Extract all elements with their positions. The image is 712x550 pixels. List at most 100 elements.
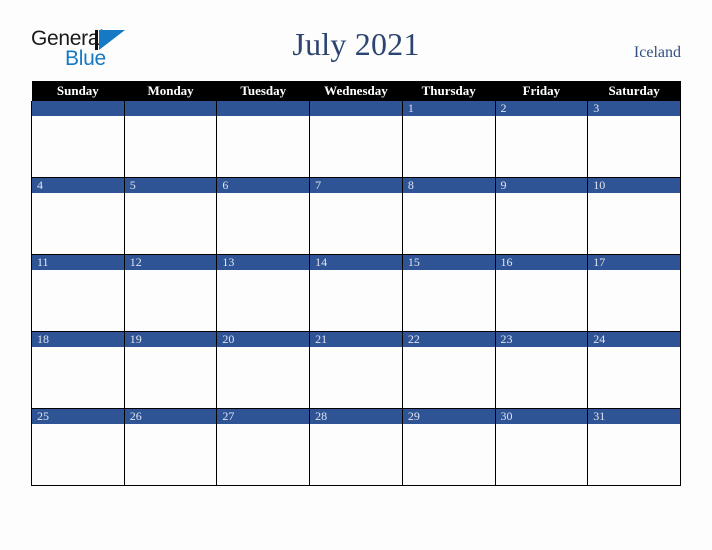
day-notes-area[interactable]	[32, 424, 124, 485]
day-notes-area[interactable]	[124, 424, 217, 485]
day-cell[interactable]: 8	[401, 177, 496, 255]
day-cell[interactable]	[123, 101, 218, 178]
day-cell[interactable]: 3	[587, 101, 681, 178]
day-notes-area[interactable]	[217, 424, 310, 485]
day-notes-area[interactable]	[217, 270, 310, 331]
day-cell[interactable]: 30	[494, 408, 589, 486]
day-notes-area[interactable]	[32, 270, 124, 331]
day-number	[217, 101, 310, 116]
day-cell[interactable]: 25	[31, 408, 125, 486]
day-notes-area[interactable]	[217, 347, 310, 408]
day-cell[interactable]: 12	[123, 254, 218, 332]
calendar-week-row: 1 2 3	[31, 101, 681, 178]
day-number: 30	[495, 409, 588, 424]
day-number	[310, 101, 402, 116]
day-notes-area[interactable]	[310, 193, 402, 254]
day-number: 20	[217, 332, 310, 347]
day-number: 8	[402, 178, 495, 193]
day-number: 6	[217, 178, 310, 193]
day-cell[interactable]: 23	[494, 331, 589, 409]
weekday-header-saturday: Saturday	[587, 81, 681, 101]
day-number: 1	[402, 101, 495, 116]
day-number: 23	[495, 332, 588, 347]
day-cell[interactable]	[216, 101, 311, 178]
day-notes-area[interactable]	[495, 116, 588, 177]
day-number	[124, 101, 217, 116]
day-cell[interactable]: 28	[309, 408, 403, 486]
weekday-header-wednesday: Wednesday	[309, 81, 403, 101]
day-notes-area[interactable]	[124, 193, 217, 254]
day-cell[interactable]: 29	[401, 408, 496, 486]
day-cell[interactable]: 4	[31, 177, 125, 255]
day-notes-area[interactable]	[217, 116, 310, 177]
day-cell[interactable]: 14	[309, 254, 403, 332]
day-cell[interactable]: 24	[587, 331, 681, 409]
day-number: 24	[588, 332, 680, 347]
day-notes-area[interactable]	[588, 424, 680, 485]
day-cell[interactable]: 15	[401, 254, 496, 332]
day-notes-area[interactable]	[402, 116, 495, 177]
day-notes-area[interactable]	[310, 424, 402, 485]
day-notes-area[interactable]	[124, 270, 217, 331]
day-cell[interactable]: 31	[587, 408, 681, 486]
day-notes-area[interactable]	[495, 193, 588, 254]
day-number: 22	[402, 332, 495, 347]
day-cell[interactable]: 26	[123, 408, 218, 486]
day-number: 14	[310, 255, 402, 270]
day-notes-area[interactable]	[32, 116, 124, 177]
day-number: 29	[402, 409, 495, 424]
day-notes-area[interactable]	[32, 193, 124, 254]
day-cell[interactable]: 18	[31, 331, 125, 409]
day-notes-area[interactable]	[402, 424, 495, 485]
day-number: 19	[124, 332, 217, 347]
day-number: 5	[124, 178, 217, 193]
day-cell[interactable]: 2	[494, 101, 589, 178]
day-cell[interactable]: 1	[401, 101, 496, 178]
day-number: 3	[588, 101, 680, 116]
day-notes-area[interactable]	[588, 347, 680, 408]
day-number: 17	[588, 255, 680, 270]
day-cell[interactable]: 19	[123, 331, 218, 409]
day-notes-area[interactable]	[588, 193, 680, 254]
day-number: 4	[32, 178, 124, 193]
day-cell[interactable]: 11	[31, 254, 125, 332]
day-cell[interactable]: 7	[309, 177, 403, 255]
day-cell[interactable]: 22	[401, 331, 496, 409]
day-number: 31	[588, 409, 680, 424]
day-notes-area[interactable]	[588, 116, 680, 177]
day-cell[interactable]: 16	[494, 254, 589, 332]
day-cell[interactable]	[31, 101, 125, 178]
day-cell[interactable]: 17	[587, 254, 681, 332]
day-number	[32, 101, 124, 116]
day-cell[interactable]: 10	[587, 177, 681, 255]
day-cell[interactable]: 21	[309, 331, 403, 409]
day-notes-area[interactable]	[402, 193, 495, 254]
day-notes-area[interactable]	[310, 116, 402, 177]
day-number: 25	[32, 409, 124, 424]
day-cell[interactable]: 13	[216, 254, 311, 332]
day-notes-area[interactable]	[310, 270, 402, 331]
day-cell[interactable]	[309, 101, 403, 178]
day-number: 28	[310, 409, 402, 424]
day-notes-area[interactable]	[217, 193, 310, 254]
day-notes-area[interactable]	[495, 270, 588, 331]
calendar-week-row: 4 5 6 7 8 9 10	[31, 177, 681, 255]
day-notes-area[interactable]	[310, 347, 402, 408]
day-notes-area[interactable]	[124, 116, 217, 177]
day-notes-area[interactable]	[495, 347, 588, 408]
day-notes-area[interactable]	[124, 347, 217, 408]
day-cell[interactable]: 20	[216, 331, 311, 409]
day-notes-area[interactable]	[495, 424, 588, 485]
day-notes-area[interactable]	[588, 270, 680, 331]
day-cell[interactable]: 9	[494, 177, 589, 255]
weekday-header-thursday: Thursday	[402, 81, 496, 101]
day-cell[interactable]: 27	[216, 408, 311, 486]
day-number: 7	[310, 178, 402, 193]
day-notes-area[interactable]	[402, 270, 495, 331]
day-notes-area[interactable]	[32, 347, 124, 408]
day-cell[interactable]: 5	[123, 177, 218, 255]
day-notes-area[interactable]	[402, 347, 495, 408]
day-cell[interactable]: 6	[216, 177, 311, 255]
day-number: 10	[588, 178, 680, 193]
page-header: General Blue July 2021 Iceland	[0, 0, 712, 78]
